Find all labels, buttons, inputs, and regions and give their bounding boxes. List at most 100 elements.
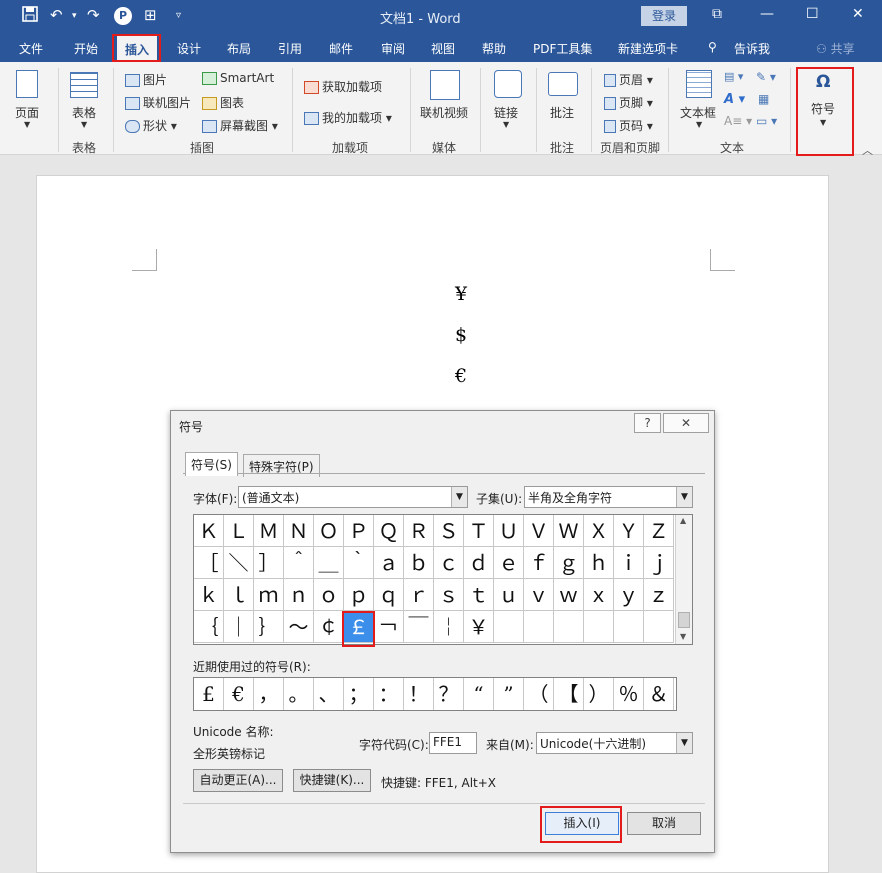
recent-symbol-cell[interactable]: ％ [614, 678, 644, 710]
symbol-cell[interactable]: ｕ [494, 579, 524, 611]
charcode-input[interactable]: FFE1 [429, 732, 477, 754]
symbol-cell[interactable] [524, 611, 554, 643]
redo-icon[interactable]: ↷ [87, 6, 100, 24]
maximize-icon[interactable]: ☐ [806, 6, 819, 22]
subset-select[interactable]: 半角及全角字符 ▼ [524, 486, 693, 508]
recent-symbol-cell[interactable]: ： [374, 678, 404, 710]
signature-line-icon[interactable]: ✎ ▾ [756, 70, 776, 84]
symbol-cell[interactable] [614, 611, 644, 643]
page-number-button[interactable]: 页码 ▾ [604, 117, 653, 134]
page-dropdown-icon[interactable]: ▼ [24, 120, 30, 129]
minimize-icon[interactable]: — [760, 6, 774, 22]
tab-help[interactable]: 帮助 [482, 40, 506, 57]
symbol-cell[interactable]: ￠ [314, 611, 344, 643]
symbol-cell[interactable]: Ｑ [374, 515, 404, 547]
tab-design[interactable]: 设计 [177, 40, 201, 57]
object-icon[interactable]: ▭ ▾ [756, 114, 777, 128]
tab-mailings[interactable]: 邮件 [329, 40, 353, 57]
scroll-down-icon[interactable]: ▼ [680, 632, 686, 641]
symbol-cell[interactable]: ｌ [224, 579, 254, 611]
recent-symbol-cell[interactable]: 【 [554, 678, 584, 710]
symbol-cell[interactable]: ｓ [434, 579, 464, 611]
symbol-cell[interactable]: ｐ [344, 579, 374, 611]
symbol-cell[interactable]: ｗ [554, 579, 584, 611]
symbol-cell[interactable]: ｂ [404, 547, 434, 579]
comment-button[interactable]: 批注 [550, 104, 574, 121]
collapse-ribbon-icon[interactable]: ︿ [862, 142, 873, 158]
symbol-cell[interactable]: Ｗ [554, 515, 584, 547]
recent-symbol-cell[interactable]: ？ [434, 678, 464, 710]
symbol-cell[interactable]: Ｐ [344, 515, 374, 547]
tab-home[interactable]: 开始 [74, 40, 98, 57]
symbol-cell[interactable]: ｒ [404, 579, 434, 611]
font-select[interactable]: (普通文本) ▼ [238, 486, 468, 508]
grid-scrollbar[interactable]: ▲ ▼ [675, 515, 692, 644]
symbol-cell[interactable]: ｉ [614, 547, 644, 579]
recent-symbol-cell[interactable]: ！ [404, 678, 434, 710]
symbol-cell[interactable]: ＼ [224, 547, 254, 579]
symbol-cell[interactable]: ［ [194, 547, 224, 579]
symbol-cell[interactable]: ｖ [524, 579, 554, 611]
recent-symbol-cell[interactable]: ） [584, 678, 614, 710]
shortcut-key-button[interactable]: 快捷键(K)... [293, 769, 371, 792]
date-time-icon[interactable]: ▦ [758, 92, 769, 106]
symbol-cell[interactable]: Ｌ [224, 515, 254, 547]
symbol-cell[interactable]: ￤ [434, 611, 464, 643]
tab-new[interactable]: 新建选项卡 [618, 40, 678, 57]
tab-layout[interactable]: 布局 [227, 40, 251, 57]
recent-symbol-cell[interactable]: ＆ [644, 678, 674, 710]
page-button[interactable]: 页面 [15, 104, 39, 121]
symbol-cell[interactable]: Ｏ [314, 515, 344, 547]
symbol-cell[interactable]: ｔ [464, 579, 494, 611]
wordart-icon[interactable]: A ▾ [724, 92, 745, 107]
symbol-cell[interactable]: ｆ [524, 547, 554, 579]
symbol-cell[interactable]: ｈ [584, 547, 614, 579]
symbol-cell[interactable]: Ｙ [614, 515, 644, 547]
symbol-cell[interactable]: Ｒ [404, 515, 434, 547]
symbol-cell[interactable]: ￡ [344, 611, 374, 643]
symbol-cell[interactable]: ｘ [584, 579, 614, 611]
autocorrect-button[interactable]: 自动更正(A)... [193, 769, 283, 792]
textbox-button[interactable]: 文本框 [680, 104, 716, 121]
symbol-cell[interactable]: ＿ [314, 547, 344, 579]
smartart-button[interactable]: SmartArt [202, 71, 274, 85]
symbol-cell[interactable]: ｝ [254, 611, 284, 643]
symbol-cell[interactable]: Ｔ [464, 515, 494, 547]
link-dropdown-icon[interactable]: ▼ [503, 120, 509, 129]
quick-parts-icon[interactable]: ▤ ▾ [724, 70, 743, 83]
share-button[interactable]: ⚇ 共享 [816, 40, 855, 57]
footer-button[interactable]: 页脚 ▾ [604, 94, 653, 111]
close-icon[interactable]: ✕ [852, 6, 864, 22]
symbol-cell[interactable]: Ｘ [584, 515, 614, 547]
scroll-up-icon[interactable]: ▲ [680, 516, 686, 525]
symbol-cell[interactable]: ｚ [644, 579, 674, 611]
symbol-cell[interactable]: Ｖ [524, 515, 554, 547]
pdf-icon[interactable]: P [114, 7, 132, 25]
table-dropdown-icon[interactable]: ▼ [81, 120, 87, 129]
tab-references[interactable]: 引用 [278, 40, 302, 57]
symbol-cell[interactable]: ｄ [464, 547, 494, 579]
recent-symbol-cell[interactable]: 。 [284, 678, 314, 710]
tab-insert[interactable]: 插入 [117, 35, 158, 62]
symbol-cell[interactable]: ａ [374, 547, 404, 579]
recent-symbol-cell[interactable]: ， [254, 678, 284, 710]
insert-button[interactable]: 插入(I) [545, 812, 619, 835]
symbol-cell[interactable]: ＾ [284, 547, 314, 579]
chevron-down-icon[interactable]: ▼ [676, 487, 692, 507]
chart-button[interactable]: 图表 [202, 94, 244, 111]
symbol-cell[interactable]: ￣ [404, 611, 434, 643]
scroll-thumb[interactable] [678, 612, 690, 628]
symbol-cell[interactable]: ］ [254, 547, 284, 579]
screenshot-button[interactable]: 屏幕截图 ▾ [202, 117, 278, 134]
drop-cap-icon[interactable]: A≡ ▾ [724, 114, 752, 128]
online-video-button[interactable]: 联机视频 [420, 104, 468, 121]
picture-button[interactable]: 图片 [125, 71, 167, 88]
table-button[interactable]: 表格 [72, 104, 96, 121]
symbol-cell[interactable]: ｜ [224, 611, 254, 643]
ribbon-display-icon[interactable]: ⧉ [712, 6, 722, 22]
shapes-button[interactable]: 形状 ▾ [125, 117, 177, 134]
symbol-cell[interactable] [554, 611, 584, 643]
tell-me-search[interactable]: 告诉我 [734, 40, 770, 57]
symbol-cell[interactable]: Ｓ [434, 515, 464, 547]
symbol-cell[interactable]: ￥ [464, 611, 494, 643]
